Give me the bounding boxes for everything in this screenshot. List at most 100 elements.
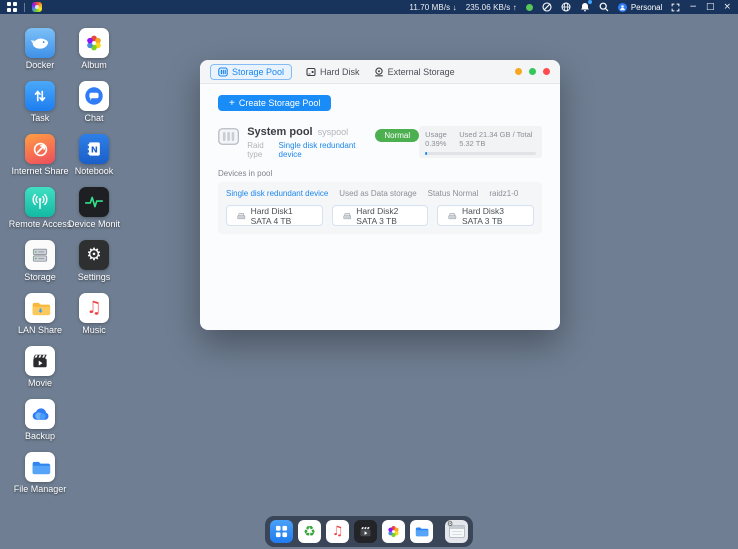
desktop-icon-device-monit[interactable]: Device Monit [68, 187, 120, 240]
tab-external-storage[interactable]: External Storage [374, 67, 455, 77]
window-content: Create Storage Pool System pool syspool … [200, 84, 560, 234]
desktop-icon-storage[interactable]: Storage [24, 240, 56, 293]
usage-box: Usage 0.39% Used 21.34 GB / Total 5.32 T… [419, 126, 542, 158]
svg-text:N: N [91, 144, 98, 154]
storage-window: Storage Pool Hard Disk External Storage … [200, 60, 560, 330]
tab-storage-pool[interactable]: Storage Pool [210, 64, 292, 80]
dock-album[interactable] [382, 520, 405, 543]
window-minimize-dot[interactable] [515, 68, 522, 75]
desktop-icon-label: Internet Share [11, 166, 68, 176]
desktop-icon-task[interactable]: Task [25, 81, 55, 134]
user-label: Personal [631, 3, 663, 12]
desktop-icon-album[interactable]: Album [79, 28, 109, 81]
desktop-icon-chat[interactable]: Chat [79, 81, 109, 134]
desktop-icon-label: Notebook [75, 166, 114, 176]
gear-icon: ⚙ [79, 240, 109, 270]
cloud-icon [25, 399, 55, 429]
desktop-icon-backup[interactable]: Backup [25, 399, 55, 452]
maximize-icon[interactable]: □ [706, 0, 715, 14]
network-globe-icon[interactable] [561, 2, 571, 12]
desktop-icon-label: Movie [28, 378, 52, 388]
film-clapper-icon [358, 524, 373, 539]
system-pool-row: System pool syspool Raid type Single dis… [218, 126, 542, 159]
desktop-icon-file-manager[interactable]: File Manager [14, 452, 67, 505]
dock-music[interactable]: ♫ [326, 520, 349, 543]
active-app-settings-icon[interactable] [32, 2, 42, 12]
recycle-icon: ♻ [303, 525, 316, 539]
tab-label: Hard Disk [320, 67, 360, 77]
docker-whale-icon [25, 28, 55, 58]
minimize-icon[interactable]: − [689, 0, 697, 14]
tab-label: External Storage [388, 67, 455, 77]
desktop-icon-lan-share[interactable]: LAN Share [18, 293, 62, 346]
circular-arrow-icon [25, 134, 55, 164]
desktop-icon-movie[interactable]: Movie [25, 346, 55, 399]
drive-icon [448, 211, 457, 221]
antenna-signal-icon [25, 187, 55, 217]
close-icon[interactable]: × [723, 0, 731, 14]
desktop-icon-notebook[interactable]: N Notebook [75, 134, 114, 187]
usage-progress-track [425, 152, 536, 155]
privacy-circle-icon[interactable] [542, 2, 552, 12]
window-close-dot[interactable] [543, 68, 550, 75]
desktop-icon-label: Task [31, 113, 50, 123]
devices-box: Single disk redundant device Used as Dat… [218, 182, 542, 234]
desktop-icon-label: Music [82, 325, 106, 335]
disk-chip-label: Hard Disk2 SATA 3 TB [356, 206, 417, 226]
dock-storage-window-preview[interactable]: ⚙ [445, 520, 468, 543]
window-controls [515, 68, 550, 75]
devices-usage-type: Used as Data storage [339, 189, 416, 198]
external-storage-icon [374, 67, 384, 77]
pool-alias: syspool [318, 127, 349, 137]
notebook-n-icon: N [79, 134, 109, 164]
gear-badge-icon: ⚙ [447, 521, 453, 528]
color-flower-icon [386, 524, 401, 539]
status-dot-icon[interactable] [526, 4, 533, 11]
disk-chip-3[interactable]: Hard Disk3 SATA 3 TB [437, 205, 534, 226]
desktop-icon-remote-access[interactable]: Remote Access [9, 187, 72, 240]
desktop-icon-internet-share[interactable]: Internet Share [11, 134, 68, 187]
tab-hard-disk[interactable]: Hard Disk [306, 67, 360, 77]
desktop-icon-label: Settings [78, 272, 111, 282]
menubar-left [7, 2, 42, 12]
desktop-icon-music[interactable]: ♫ Music [79, 293, 109, 346]
dock-app-launcher[interactable] [270, 520, 293, 543]
search-icon[interactable] [599, 2, 609, 12]
devices-meta: Single disk redundant device Used as Dat… [226, 189, 534, 198]
status-badge: Normal [375, 129, 419, 142]
window-tabbar: Storage Pool Hard Disk External Storage [200, 60, 560, 84]
storage-pool-icon [218, 67, 228, 77]
notifications-bell-icon[interactable] [580, 2, 590, 12]
pool-text: System pool syspool Raid type Single dis… [247, 126, 361, 159]
usage-progress-fill [425, 152, 427, 155]
desktop-icon-label: Storage [24, 272, 56, 282]
drive-icon [237, 211, 246, 221]
capacity-label: Used 21.34 GB / Total 5.32 TB [459, 130, 536, 148]
desktop-icon-grid: Docker Album Task Chat Internet Share N … [13, 28, 121, 505]
raid-type-link[interactable]: Single disk redundant device [279, 141, 362, 159]
fullscreen-icon[interactable] [671, 3, 680, 12]
disk-chip-1[interactable]: Hard Disk1 SATA 4 TB [226, 205, 323, 226]
app-launcher-icon[interactable] [7, 2, 17, 12]
yellow-folder-icon [25, 293, 55, 323]
dock-recycle-bin[interactable]: ♻ [298, 520, 321, 543]
devices-status: Status Normal [428, 189, 479, 198]
notification-badge [588, 0, 592, 4]
devices-raid-link[interactable]: Single disk redundant device [226, 189, 328, 198]
desktop-icon-label: Docker [26, 60, 55, 70]
disk-chip-2[interactable]: Hard Disk2 SATA 3 TB [332, 205, 429, 226]
menubar-right: 11.70 MB/s ↓ 235.06 KB/s ↑ Personal − □ … [409, 0, 731, 14]
app-grid-icon [275, 525, 288, 538]
raid-type-label: Raid type [247, 141, 274, 159]
desktop-icon-docker[interactable]: Docker [25, 28, 55, 81]
desktop-icon-settings[interactable]: ⚙ Settings [78, 240, 111, 293]
dock-file-manager[interactable] [410, 520, 433, 543]
user-menu[interactable]: Personal [618, 3, 663, 12]
desktop-icon-label: Remote Access [9, 219, 72, 229]
network-download-stat: 11.70 MB/s ↓ [409, 3, 456, 12]
hard-disk-icon [306, 67, 316, 77]
create-storage-pool-button[interactable]: Create Storage Pool [218, 95, 331, 111]
window-maximize-dot[interactable] [529, 68, 536, 75]
dock-movie[interactable] [354, 520, 377, 543]
disk-chip-label: Hard Disk1 SATA 4 TB [251, 206, 312, 226]
